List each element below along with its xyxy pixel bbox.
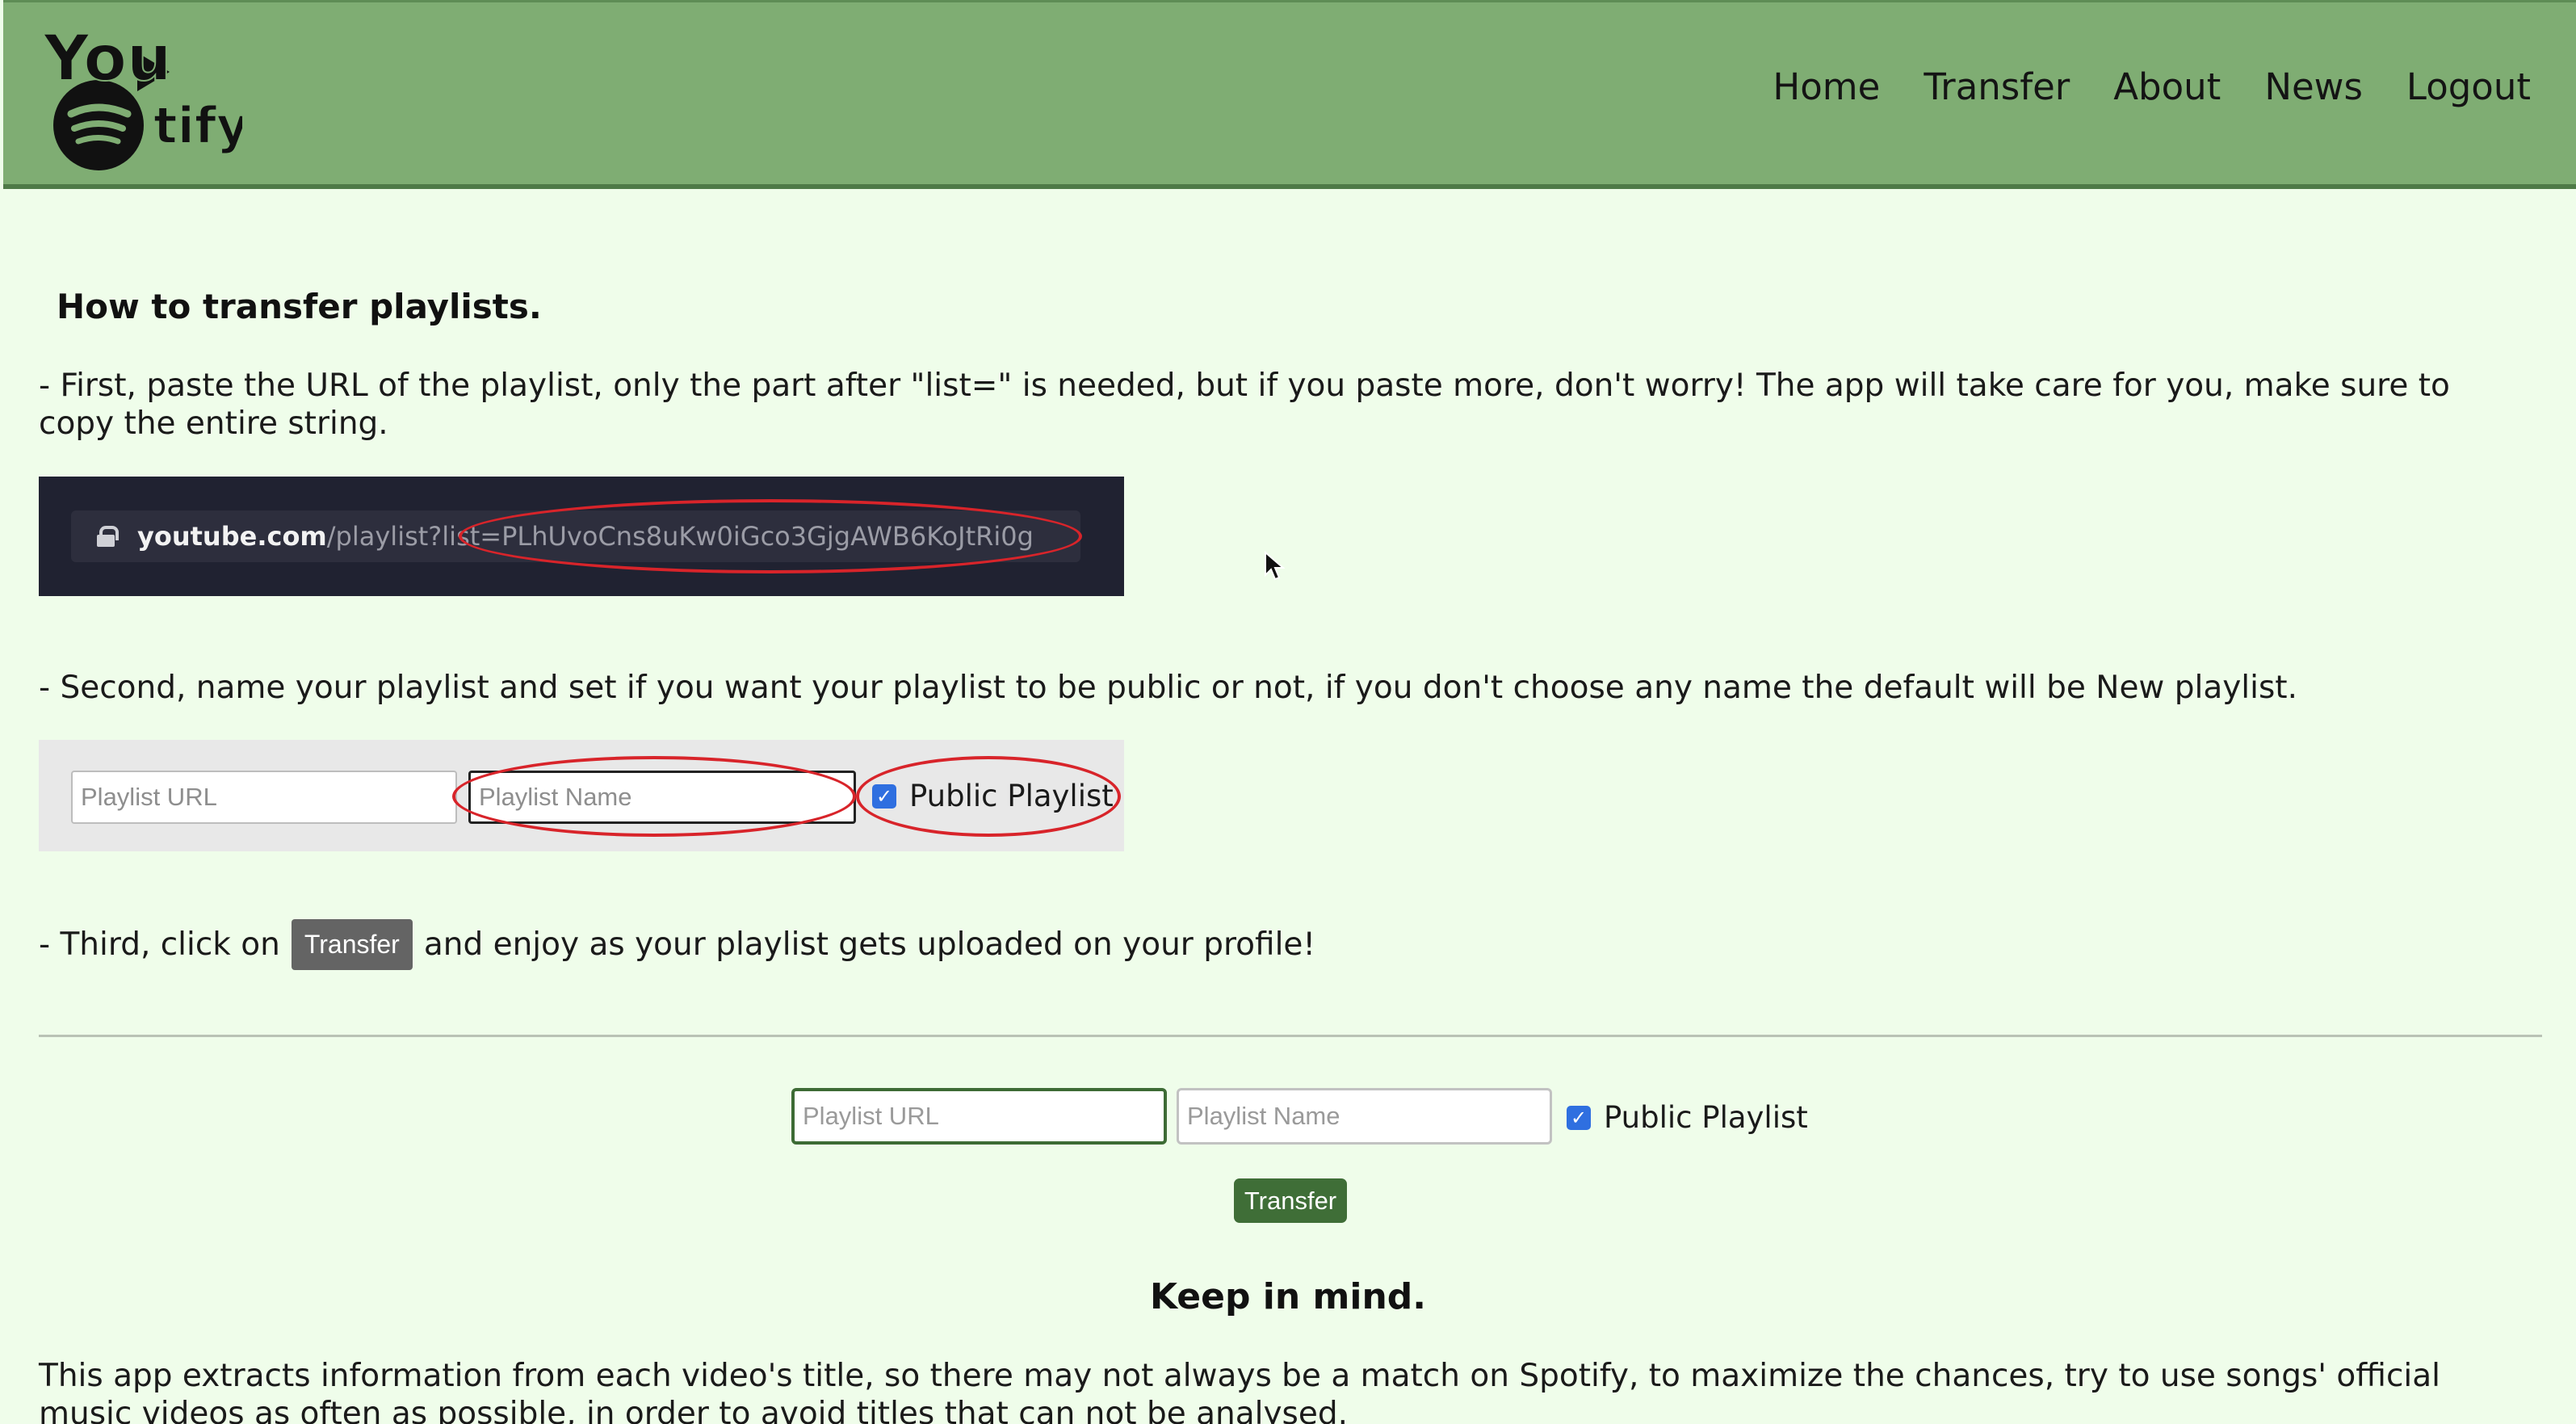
mouse-cursor-icon [1265, 551, 1285, 581]
demo-public-label: Public Playlist [909, 779, 1114, 813]
step2-text: - Second, name your playlist and set if … [39, 670, 2297, 706]
site-header: You tify Home Transfer About News Logout [3, 0, 2576, 189]
nav-logout[interactable]: Logout [2406, 65, 2531, 108]
checkmark-icon: ✓ [872, 783, 896, 809]
main-nav: Home Transfer About News Logout [1773, 65, 2531, 108]
public-playlist-toggle[interactable]: ✓ Public Playlist [1567, 1100, 1808, 1135]
lock-icon [97, 526, 119, 547]
page: You tify Home Transfer About News Logout… [0, 0, 2576, 1424]
url-bar-screenshot: youtube.com /playlist?list= PLhUvoCns8uK… [39, 477, 1124, 596]
youtify-logo[interactable]: You tify [40, 14, 242, 172]
divider [39, 1035, 2542, 1037]
transfer-button[interactable]: Transfer [1234, 1178, 1347, 1223]
url-playlist-id: PLhUvoCns8uKw0iGco3GjgAWB6KoJtRi0g [501, 521, 1034, 552]
step3-text: - Third, click on Transfer and enjoy as … [39, 919, 1315, 970]
step1-text: - First, paste the URL of the playlist, … [39, 368, 2450, 442]
nav-home[interactable]: Home [1773, 65, 1880, 108]
url-domain: youtube.com [137, 521, 327, 552]
playlist-url-input[interactable] [791, 1088, 1167, 1145]
keep-in-mind-title: Keep in mind. [1149, 1276, 1426, 1317]
nav-news[interactable]: News [2264, 65, 2363, 108]
demo-name-input: Playlist Name [468, 771, 856, 824]
transfer-chip: Transfer [291, 919, 413, 970]
step3-after: and enjoy as your playlist gets uploaded… [423, 926, 1316, 963]
public-checkbox[interactable]: ✓ [1567, 1105, 1591, 1130]
nav-about[interactable]: About [2113, 65, 2221, 108]
keep-in-mind-text: This app extracts information from each … [39, 1358, 2440, 1424]
demo-url-input: Playlist URL [71, 771, 457, 824]
demo-public-checkbox: ✓ Public Playlist [872, 779, 1114, 813]
instructions-title: How to transfer playlists. [57, 287, 542, 326]
url-path: /playlist?list= [326, 521, 502, 552]
playlist-name-input[interactable] [1177, 1088, 1552, 1145]
svg-text:tify: tify [153, 96, 242, 155]
public-playlist-label: Public Playlist [1604, 1100, 1808, 1135]
form-screenshot: Playlist URL Playlist Name ✓ Public Play… [39, 740, 1124, 851]
step3-before: - Third, click on [39, 926, 280, 963]
svg-text:You: You [43, 23, 171, 95]
nav-transfer[interactable]: Transfer [1924, 65, 2070, 108]
browser-url-bar: youtube.com /playlist?list= PLhUvoCns8uK… [71, 510, 1080, 562]
